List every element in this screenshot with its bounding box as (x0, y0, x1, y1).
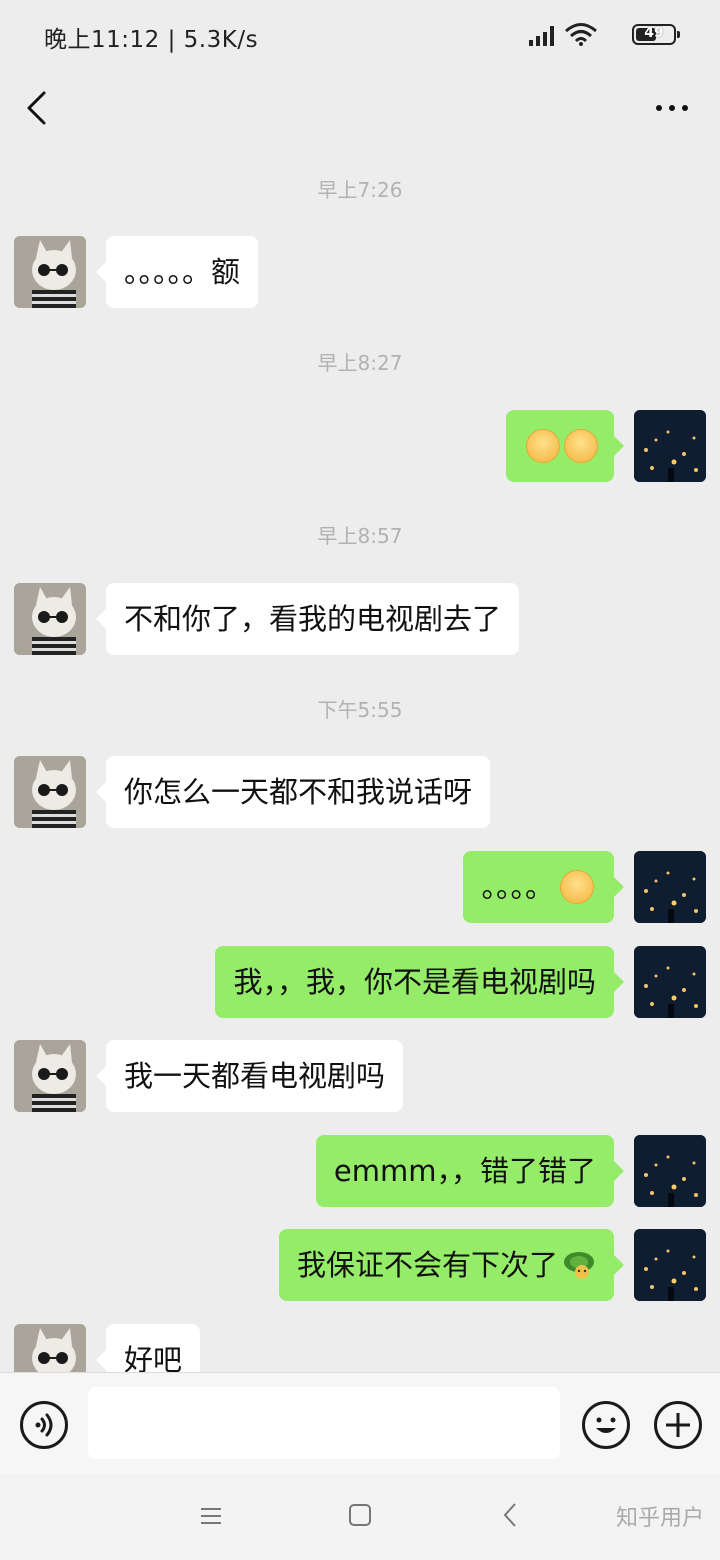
message-bubble-in[interactable]: 我一天都看电视剧吗 (95, 1040, 404, 1112)
cat-avatar-image (14, 583, 86, 655)
time-label: 早上7:26 (317, 178, 403, 202)
message-bubble-in[interactable]: 你怎么一天都不和我说话呀 (95, 756, 491, 828)
message-bubble-in[interactable]: 不和你了，看我的电视剧去了 (95, 583, 520, 655)
lantern-night-avatar-image (634, 851, 706, 923)
cat-avatar-image (14, 236, 86, 308)
time-label: 早上8:27 (317, 351, 403, 375)
lantern-night-avatar-image (634, 1135, 706, 1207)
chat-messages[interactable]: 早上7:26 。。。。。额 早上8:27 早上8:57 不和你了，看我的电视剧去… (0, 150, 720, 1372)
lantern-night-avatar-image (634, 946, 706, 1018)
plus-button[interactable] (654, 1401, 702, 1449)
contact-avatar[interactable] (14, 1040, 86, 1112)
plus-icon (666, 1413, 690, 1437)
my-avatar[interactable] (634, 410, 706, 482)
message-bubble-in[interactable]: 好吧 (95, 1324, 201, 1372)
turtle-emoji (564, 1252, 594, 1279)
lantern-night-avatar-image (634, 410, 706, 482)
message-bubble-in[interactable]: 。。。。。额 (95, 236, 259, 308)
input-bar (0, 1372, 720, 1474)
my-avatar[interactable] (634, 1135, 706, 1207)
battery-level: 49 (644, 25, 664, 41)
time-label: 早上8:57 (317, 524, 403, 548)
message-bubble-out[interactable] (506, 410, 624, 482)
relieved-face-emoji (564, 429, 598, 463)
contact-avatar[interactable] (14, 583, 86, 655)
battery-icon: 49 (632, 24, 680, 45)
contact-avatar[interactable] (14, 236, 86, 308)
time-label: 下午5:55 (317, 698, 403, 722)
status-time: 晚上11:12 | 5.3K/s (44, 27, 259, 53)
smile-icon (596, 1417, 616, 1433)
system-back-icon[interactable] (502, 1502, 518, 1528)
status-icons: 49 (518, 22, 680, 48)
cat-avatar-image (14, 756, 86, 828)
message-bubble-out[interactable]: emmm，，错了错了 (315, 1135, 625, 1207)
cat-avatar-image (14, 1324, 86, 1372)
flushed-face-emoji (560, 870, 594, 904)
my-avatar[interactable] (634, 946, 706, 1018)
voice-icon (35, 1413, 53, 1437)
message-bubble-out[interactable]: 。。。。 (463, 851, 624, 923)
menu-icon[interactable] (200, 1506, 222, 1526)
message-bubble-out[interactable]: 我保证不会有下次了 (278, 1229, 625, 1301)
message-bubble-out[interactable]: 我，，我，你不是看电视剧吗 (215, 946, 624, 1018)
system-navigation: 知乎用户 (0, 1474, 720, 1560)
lantern-night-avatar-image (634, 1229, 706, 1301)
my-avatar[interactable] (634, 1229, 706, 1301)
back-icon[interactable] (24, 90, 48, 126)
wifi-icon (565, 23, 597, 46)
cat-avatar-image (14, 1040, 86, 1112)
emoji-button[interactable] (582, 1401, 630, 1449)
more-icon[interactable] (654, 100, 690, 116)
contact-avatar[interactable] (14, 756, 86, 828)
contact-avatar[interactable] (14, 1324, 86, 1372)
relieved-face-emoji (526, 429, 560, 463)
status-bar: 晚上11:12 | 5.3K/s 49 (0, 0, 720, 70)
signal-icon (529, 26, 554, 46)
voice-button[interactable] (20, 1401, 68, 1449)
chat-header (0, 70, 720, 150)
home-icon[interactable] (349, 1504, 371, 1526)
watermark: 知乎用户 (615, 1506, 704, 1531)
message-input[interactable] (88, 1387, 560, 1459)
my-avatar[interactable] (634, 851, 706, 923)
